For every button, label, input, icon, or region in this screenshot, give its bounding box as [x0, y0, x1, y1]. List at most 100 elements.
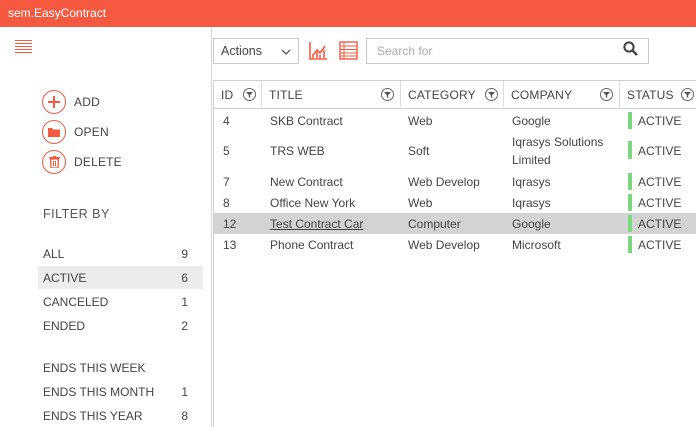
- grid-header: ID TITLE CATEGORY COMPANY STATUS: [214, 81, 696, 109]
- add-label: ADD: [74, 95, 100, 109]
- open-label: OPEN: [74, 125, 109, 139]
- folder-icon: [42, 120, 66, 144]
- cell-id: 5: [223, 144, 230, 158]
- column-header-label: TITLE: [269, 88, 303, 102]
- status-indicator: [628, 173, 632, 190]
- delete-label: DELETE: [74, 155, 122, 169]
- cell-category: Soft: [408, 144, 430, 158]
- filter-item-active[interactable]: ACTIVE 6: [38, 266, 203, 289]
- open-button[interactable]: OPEN: [42, 120, 109, 144]
- trash-icon: [42, 150, 66, 174]
- cell-company: Iqrasys: [512, 174, 551, 189]
- column-header-company[interactable]: COMPANY: [504, 81, 620, 109]
- cell-title: Office New York: [270, 195, 356, 210]
- table-row[interactable]: 7 New Contract Web Develop Iqrasys ACTIV…: [214, 171, 696, 192]
- hamburger-menu-icon[interactable]: [15, 40, 32, 55]
- actions-dropdown[interactable]: Actions: [213, 38, 299, 64]
- cell-id: 13: [223, 237, 237, 252]
- cell-status: ACTIVE: [638, 237, 682, 252]
- filter-item-all[interactable]: ALL 9: [38, 242, 203, 265]
- cell-title: Phone Contract: [270, 237, 354, 252]
- column-header-label: COMPANY: [511, 88, 573, 102]
- table-row[interactable]: 4 SKB Contract Web Google ACTIVE: [214, 110, 696, 131]
- cell-company: Google: [512, 113, 551, 128]
- cell-status: ACTIVE: [638, 144, 682, 158]
- left-panel: ADD OPEN DELETE FILTER BY ALL 9 ACTIVE 6…: [0, 27, 212, 427]
- filter-item-canceled[interactable]: CANCELED 1: [38, 290, 203, 313]
- table-row-selected[interactable]: 12 Test Contract Car Computer Google ACT…: [214, 213, 696, 234]
- table-row[interactable]: 13 Phone Contract Web Develop Microsoft …: [214, 234, 696, 255]
- chart-icon[interactable]: [309, 41, 328, 60]
- cell-category: Web: [408, 113, 433, 128]
- cell-company: Iqrasys Solutions Limited: [512, 135, 604, 167]
- status-indicator: [628, 215, 632, 232]
- table-row[interactable]: 5 TRS WEB Soft Iqrasys Solutions Limited…: [214, 131, 696, 171]
- filter-label: ENDS THIS WEEK: [43, 360, 146, 375]
- filter-count: 9: [181, 246, 188, 261]
- cell-id: 7: [223, 174, 230, 189]
- search-input[interactable]: [377, 44, 623, 58]
- cell-title-link[interactable]: Test Contract Car: [270, 213, 363, 234]
- cell-category: Computer: [408, 216, 461, 231]
- cell-category: Web Develop: [408, 237, 480, 252]
- filter-label: CANCELED: [43, 294, 109, 309]
- filter-icon[interactable]: [381, 88, 394, 101]
- column-header-status[interactable]: STATUS: [620, 81, 696, 109]
- cell-company: Iqrasys: [512, 195, 551, 210]
- cell-status: ACTIVE: [638, 174, 682, 189]
- filter-count: 1: [181, 294, 188, 309]
- column-header-label: STATUS: [627, 88, 674, 102]
- column-header-label: CATEGORY: [408, 88, 476, 102]
- cell-company: Google: [512, 216, 551, 231]
- app-title-bar: sem.EasyContract: [0, 0, 696, 27]
- filter-label: ALL: [43, 246, 65, 261]
- filter-label: ACTIVE: [43, 270, 87, 285]
- filter-item-ends-this-year[interactable]: ENDS THIS YEAR 8: [38, 404, 203, 427]
- table-row[interactable]: 8 Office New York Web Iqrasys ACTIVE: [214, 192, 696, 213]
- cell-title: New Contract: [270, 174, 343, 189]
- filter-icon[interactable]: [681, 88, 694, 101]
- status-indicator: [628, 112, 632, 129]
- filter-item-ends-this-month[interactable]: ENDS THIS MONTH 1: [38, 380, 203, 403]
- column-header-title[interactable]: TITLE: [262, 81, 401, 109]
- cell-company: Microsoft: [512, 237, 561, 252]
- column-header-id[interactable]: ID: [214, 81, 262, 109]
- cell-category: Web: [408, 195, 433, 210]
- column-header-category[interactable]: CATEGORY: [401, 81, 504, 109]
- filter-label: ENDS THIS MONTH: [43, 384, 155, 399]
- cell-id: 4: [223, 113, 230, 128]
- cell-id: 8: [223, 195, 230, 210]
- filter-icon[interactable]: [243, 88, 256, 101]
- filter-count: 2: [181, 318, 188, 333]
- cell-status: ACTIVE: [638, 113, 682, 128]
- add-button[interactable]: ADD: [42, 90, 100, 114]
- column-header-label: ID: [221, 88, 234, 102]
- search-icon[interactable]: [623, 41, 638, 61]
- table-icon[interactable]: [339, 41, 358, 60]
- status-indicator: [628, 236, 632, 253]
- cell-title: SKB Contract: [270, 113, 343, 128]
- cell-id: 12: [223, 216, 237, 231]
- filter-item-ended[interactable]: ENDED 2: [38, 314, 203, 337]
- plus-icon: [42, 90, 66, 114]
- search-box: [366, 38, 649, 64]
- filter-count: 6: [181, 270, 188, 285]
- cell-status: ACTIVE: [638, 216, 682, 231]
- delete-button[interactable]: DELETE: [42, 150, 122, 174]
- contracts-grid: ID TITLE CATEGORY COMPANY STATUS 4 SKB C…: [213, 80, 696, 427]
- chevron-down-icon: [281, 44, 291, 58]
- filter-item-ends-this-week[interactable]: ENDS THIS WEEK: [38, 356, 203, 379]
- cell-status: ACTIVE: [638, 195, 682, 210]
- status-indicator: [628, 141, 632, 159]
- cell-title: TRS WEB: [270, 144, 325, 158]
- filter-count: 8: [181, 408, 188, 423]
- filter-label: ENDED: [43, 318, 86, 333]
- actions-dropdown-label: Actions: [221, 44, 262, 58]
- status-indicator: [628, 194, 632, 211]
- filter-label: ENDS THIS YEAR: [43, 408, 143, 423]
- filter-icon[interactable]: [600, 88, 613, 101]
- cell-category: Web Develop: [408, 174, 480, 189]
- app-title: sem.EasyContract: [8, 6, 107, 20]
- filter-by-heading: FILTER BY: [43, 207, 110, 221]
- filter-icon[interactable]: [485, 88, 498, 101]
